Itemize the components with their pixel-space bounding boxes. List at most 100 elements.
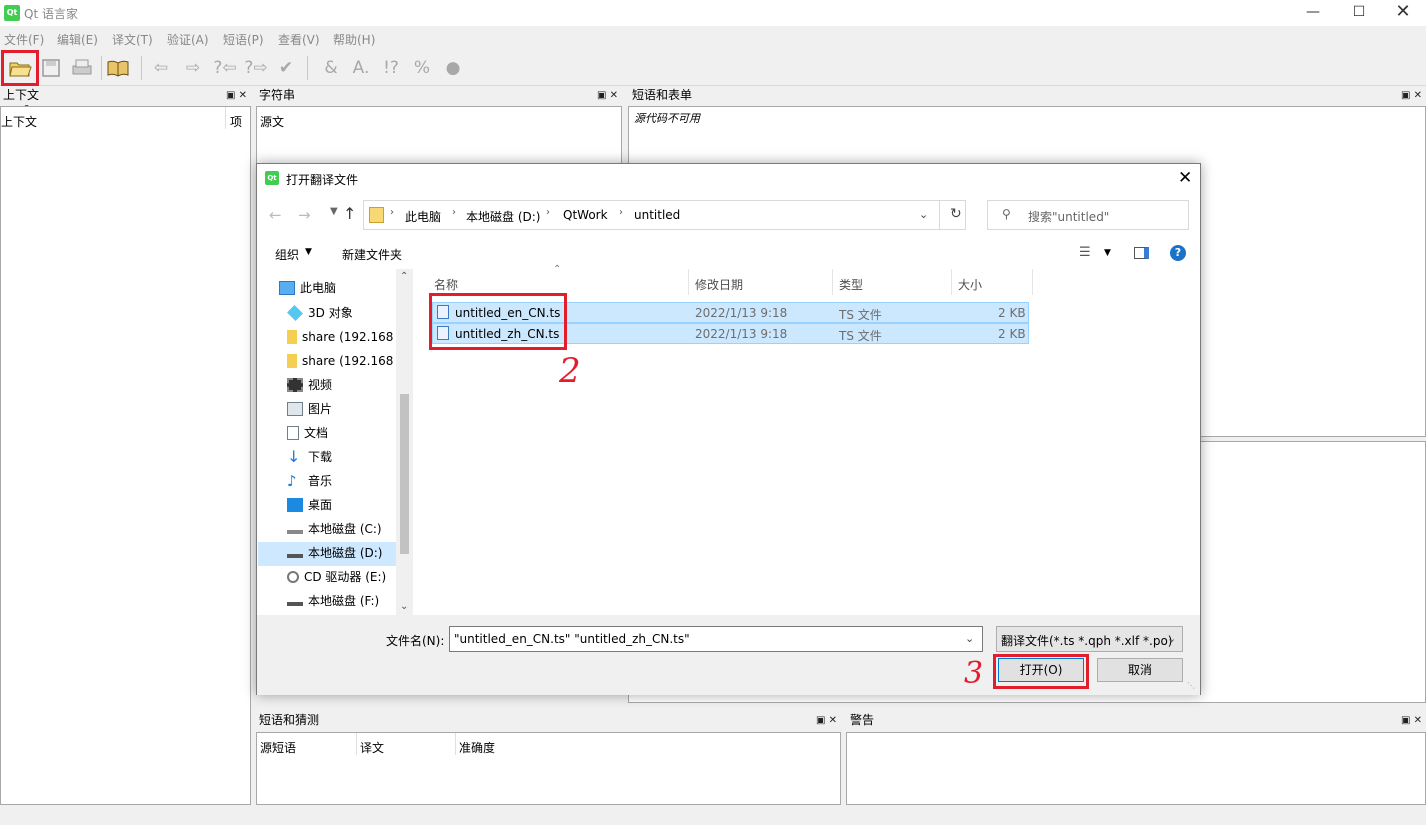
view-options-icon[interactable]: ☰ xyxy=(1079,245,1091,260)
file-type-filter[interactable]: 翻译文件(*.ts *.qph *.xlf *.po) ⌄ xyxy=(996,626,1183,652)
dock-float-close-icons[interactable]: ▣ ✕ xyxy=(1401,711,1422,730)
print-icon[interactable] xyxy=(69,55,95,81)
minimize-icon[interactable]: — xyxy=(1290,0,1336,26)
breadcrumb-this-pc[interactable]: 此电脑 xyxy=(405,208,441,225)
nav-item-documents[interactable]: 文档 xyxy=(287,422,328,444)
cancel-button[interactable]: 取消 xyxy=(1097,658,1183,682)
new-folder-button[interactable]: 新建文件夹 xyxy=(342,246,402,263)
menu-help[interactable]: 帮助(H) xyxy=(333,31,375,48)
menu-phrases[interactable]: 短语(P) xyxy=(223,31,264,48)
surrounding-whitespace-icon[interactable]: A. xyxy=(348,55,374,81)
maximize-icon[interactable]: ☐ xyxy=(1336,0,1382,26)
nav-item-drive-d[interactable]: 本地磁盘 (D:) xyxy=(287,542,382,564)
menu-edit[interactable]: 编辑(E) xyxy=(57,31,98,48)
prev-unfinished-icon[interactable]: ?⇦ xyxy=(212,55,238,81)
column-header-modified[interactable]: 修改日期 xyxy=(695,276,743,293)
cube-icon xyxy=(287,305,303,321)
filename-dropdown-icon[interactable]: ⌄ xyxy=(965,632,974,645)
dock-float-close-icons[interactable]: ▣ ✕ xyxy=(597,86,618,105)
nav-item-3d-objects[interactable]: 3D 对象 xyxy=(287,302,353,324)
arrow-left-icon[interactable]: ⇦ xyxy=(148,55,174,81)
dock-float-close-icons[interactable]: ▣ ✕ xyxy=(226,86,247,105)
window-title: Qt 语言家 xyxy=(24,7,78,21)
dock-float-close-icons[interactable]: ▣ ✕ xyxy=(816,711,837,730)
close-icon[interactable]: ✕ xyxy=(1380,0,1426,26)
warnings-panel[interactable] xyxy=(846,732,1426,805)
help-icon[interactable]: ? xyxy=(1170,245,1186,261)
nav-scrollbar[interactable]: ⌃ ⌄ xyxy=(396,269,413,615)
column-divider xyxy=(455,733,456,755)
column-header-size[interactable]: 大小 xyxy=(958,276,982,293)
items-column-header[interactable]: 项 xyxy=(230,113,242,130)
phrases-guesses-panel[interactable]: 源短语 译文 准确度 xyxy=(256,732,841,805)
preview-pane-icon[interactable] xyxy=(1134,247,1149,259)
address-bar[interactable]: › 此电脑 › 本地磁盘 (D:) › QtWork › untitled ⌄ … xyxy=(363,200,966,230)
nav-item-drive-c[interactable]: 本地磁盘 (C:) xyxy=(287,518,382,540)
menu-validation[interactable]: 验证(A) xyxy=(167,31,209,48)
source-column-header[interactable]: 源文 xyxy=(260,113,284,130)
search-box[interactable]: ⚲ 搜索"untitled" xyxy=(987,200,1189,230)
translation-column-header[interactable]: 译文 xyxy=(360,739,384,756)
context-column-header[interactable]: 上下文 xyxy=(1,113,37,130)
open-button[interactable]: 打开(O) xyxy=(998,658,1084,682)
nav-item-desktop[interactable]: 桌面 xyxy=(287,494,332,516)
nav-item-downloads[interactable]: ↓ 下载 xyxy=(287,446,332,468)
chevron-down-icon[interactable]: ▼ xyxy=(1104,248,1111,258)
dock-float-close-icons[interactable]: ▣ ✕ xyxy=(1401,86,1422,105)
filename-input[interactable]: "untitled_en_CN.ts" "untitled_zh_CN.ts" … xyxy=(449,626,983,652)
strings-panel[interactable]: 源文 xyxy=(256,106,622,166)
arrow-right-icon[interactable]: ⇨ xyxy=(180,55,206,81)
menu-view[interactable]: 查看(V) xyxy=(278,31,320,48)
back-arrow-icon[interactable]: ← xyxy=(269,206,282,224)
phrase-book-icon[interactable] xyxy=(105,55,131,81)
save-icon[interactable] xyxy=(38,55,64,81)
scroll-down-icon[interactable]: ⌄ xyxy=(400,601,408,612)
nav-item-pictures[interactable]: 图片 xyxy=(287,398,332,420)
source-phrase-column-header[interactable]: 源短语 xyxy=(260,739,296,756)
accuracy-column-header[interactable]: 准确度 xyxy=(459,739,495,756)
open-file-dialog: Qt 打开翻译文件 ✕ ← → ▼ ↑ › 此电脑 › 本地磁盘 (D:) › … xyxy=(256,163,1201,695)
scroll-up-icon[interactable]: ⌃ xyxy=(400,271,408,282)
breadcrumb-drive-d[interactable]: 本地磁盘 (D:) xyxy=(466,208,540,225)
filter-value: 翻译文件(*.ts *.qph *.xlf *.po) xyxy=(1001,634,1173,648)
accelerators-icon[interactable]: & xyxy=(318,55,344,81)
column-header-type[interactable]: 类型 xyxy=(839,276,863,293)
scroll-thumb[interactable] xyxy=(400,394,409,554)
nav-item-this-pc[interactable]: 此电脑 xyxy=(279,277,336,299)
context-panel[interactable]: 上下文 项 xyxy=(0,106,251,805)
forward-arrow-icon[interactable]: → xyxy=(298,206,311,224)
refresh-icon[interactable]: ↻ xyxy=(950,206,962,222)
address-dropdown-icon[interactable]: ⌄ xyxy=(919,208,928,221)
computer-icon xyxy=(279,281,295,295)
breadcrumb-chevron-icon: › xyxy=(619,207,623,218)
next-unfinished-icon[interactable]: ?⇨ xyxy=(243,55,269,81)
nav-item-cd-drive[interactable]: CD 驱动器 (E:) xyxy=(287,566,386,588)
filter-dropdown-icon[interactable]: ⌄ xyxy=(1167,632,1176,645)
nav-item-share-1[interactable]: share (192.168 xyxy=(287,326,393,348)
breadcrumb-qtwork[interactable]: QtWork xyxy=(563,208,608,222)
nav-item-drive-f[interactable]: 本地磁盘 (F:) xyxy=(287,590,379,612)
organize-button[interactable]: 组织 xyxy=(275,246,299,263)
context-dock-title-text: 上下文 xyxy=(3,88,40,102)
nav-item-label: 本地磁盘 (D:) xyxy=(308,546,383,560)
annotation-2: 2 xyxy=(559,351,581,391)
column-divider xyxy=(225,107,226,129)
nav-item-label: 此电脑 xyxy=(300,281,337,295)
place-markers-icon[interactable]: ● xyxy=(440,55,466,81)
menu-translation[interactable]: 译文(T) xyxy=(112,31,153,48)
resize-grip-icon[interactable]: ⋱ xyxy=(1187,681,1195,690)
recent-chevron-icon[interactable]: ▼ xyxy=(330,206,338,217)
menu-file[interactable]: 文件(F) xyxy=(4,31,44,48)
nav-item-music[interactable]: ♪ 音乐 xyxy=(287,470,332,492)
phrase-match-icon[interactable]: % xyxy=(409,55,435,81)
done-next-icon[interactable]: ✔ xyxy=(273,55,299,81)
open-folder-icon[interactable] xyxy=(7,55,33,81)
nav-item-share-2[interactable]: share (192.168 xyxy=(287,350,393,372)
dialog-close-icon[interactable]: ✕ xyxy=(1178,168,1192,188)
punctuation-icon[interactable]: !? xyxy=(378,55,404,81)
annotation-3: 3 xyxy=(964,656,984,691)
breadcrumb-untitled[interactable]: untitled xyxy=(634,208,680,222)
column-header-name[interactable]: 名称 xyxy=(434,276,458,293)
up-arrow-icon[interactable]: ↑ xyxy=(343,204,356,223)
nav-item-videos[interactable]: 视频 xyxy=(287,374,332,396)
